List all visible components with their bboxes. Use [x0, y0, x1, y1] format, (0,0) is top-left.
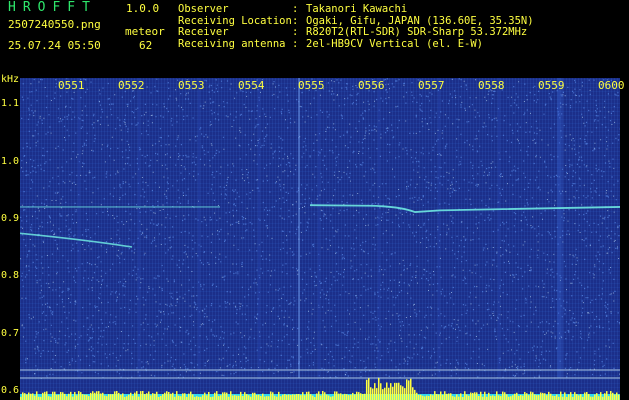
info-row-antenna: Receiving antenna:2el-HB9CV Vertical (el…	[178, 37, 534, 51]
x-tick-label: 0600	[598, 79, 625, 92]
info-colon: :	[292, 26, 299, 38]
app-version: 1.0.0	[126, 2, 160, 15]
info-key: Receiving antenna	[178, 37, 286, 50]
info-key: Receiver	[178, 26, 229, 38]
x-tick-label: 0553	[178, 79, 205, 92]
spectrogram-plot	[20, 78, 620, 400]
x-tick-label: 0552	[118, 79, 145, 92]
file-name: 2507240550.png	[8, 18, 101, 31]
station-info: Observer: Takanori Kawachi Receiving Loca…	[178, 3, 534, 51]
info-colon: :	[292, 37, 299, 50]
y-axis-unit: kHz	[1, 74, 20, 85]
date-time: 25.07.24 05:50	[8, 39, 101, 52]
spectrogram-canvas	[20, 78, 620, 400]
carrier-trace-right	[309, 204, 620, 213]
info-key: Observer	[178, 3, 229, 15]
info-value: R820T2(RTL-SDR) SDR-Sharp 53.372MHz	[306, 26, 528, 38]
info-row-receiver: Receiver: R820T2(RTL-SDR) SDR-Sharp 53.37…	[178, 26, 534, 39]
y-tick-label: 0.9	[1, 212, 20, 224]
y-axis: kHz	[0, 72, 20, 400]
y-tick-label: 1.0	[1, 155, 20, 167]
carrier-trace-left	[20, 232, 133, 248]
x-tick-label: 0554	[238, 79, 265, 92]
meteor-count: 62	[139, 39, 153, 52]
meteor-label: meteor	[125, 25, 165, 38]
y-tick-label: 0.6	[1, 384, 20, 396]
y-tick-label: 0.8	[1, 270, 20, 282]
info-value: Takanori Kawachi	[306, 3, 408, 15]
noise-bright-speckle	[20, 78, 620, 379]
noise-speckle	[20, 78, 620, 380]
info-value: 2el-HB9CV Vertical (el. E-W)	[306, 37, 484, 50]
info-colon: :	[292, 3, 299, 15]
x-tick-label: 0559	[538, 79, 565, 92]
app-title: HROFFT	[8, 0, 97, 15]
right-margin	[620, 72, 629, 400]
x-tick-label: 0555	[298, 79, 325, 92]
y-tick-label: 1.1	[1, 98, 20, 110]
header-panel: HROFFT 1.0.0 2507240550.png meteor 25.07…	[0, 0, 629, 72]
x-tick-label: 0558	[478, 79, 505, 92]
x-tick-label: 0551	[58, 79, 85, 92]
y-tick-label: 0.7	[1, 327, 20, 339]
x-tick-label: 0557	[418, 79, 445, 92]
info-row-observer: Observer: Takanori Kawachi	[178, 3, 534, 16]
x-tick-label: 0556	[358, 79, 385, 92]
